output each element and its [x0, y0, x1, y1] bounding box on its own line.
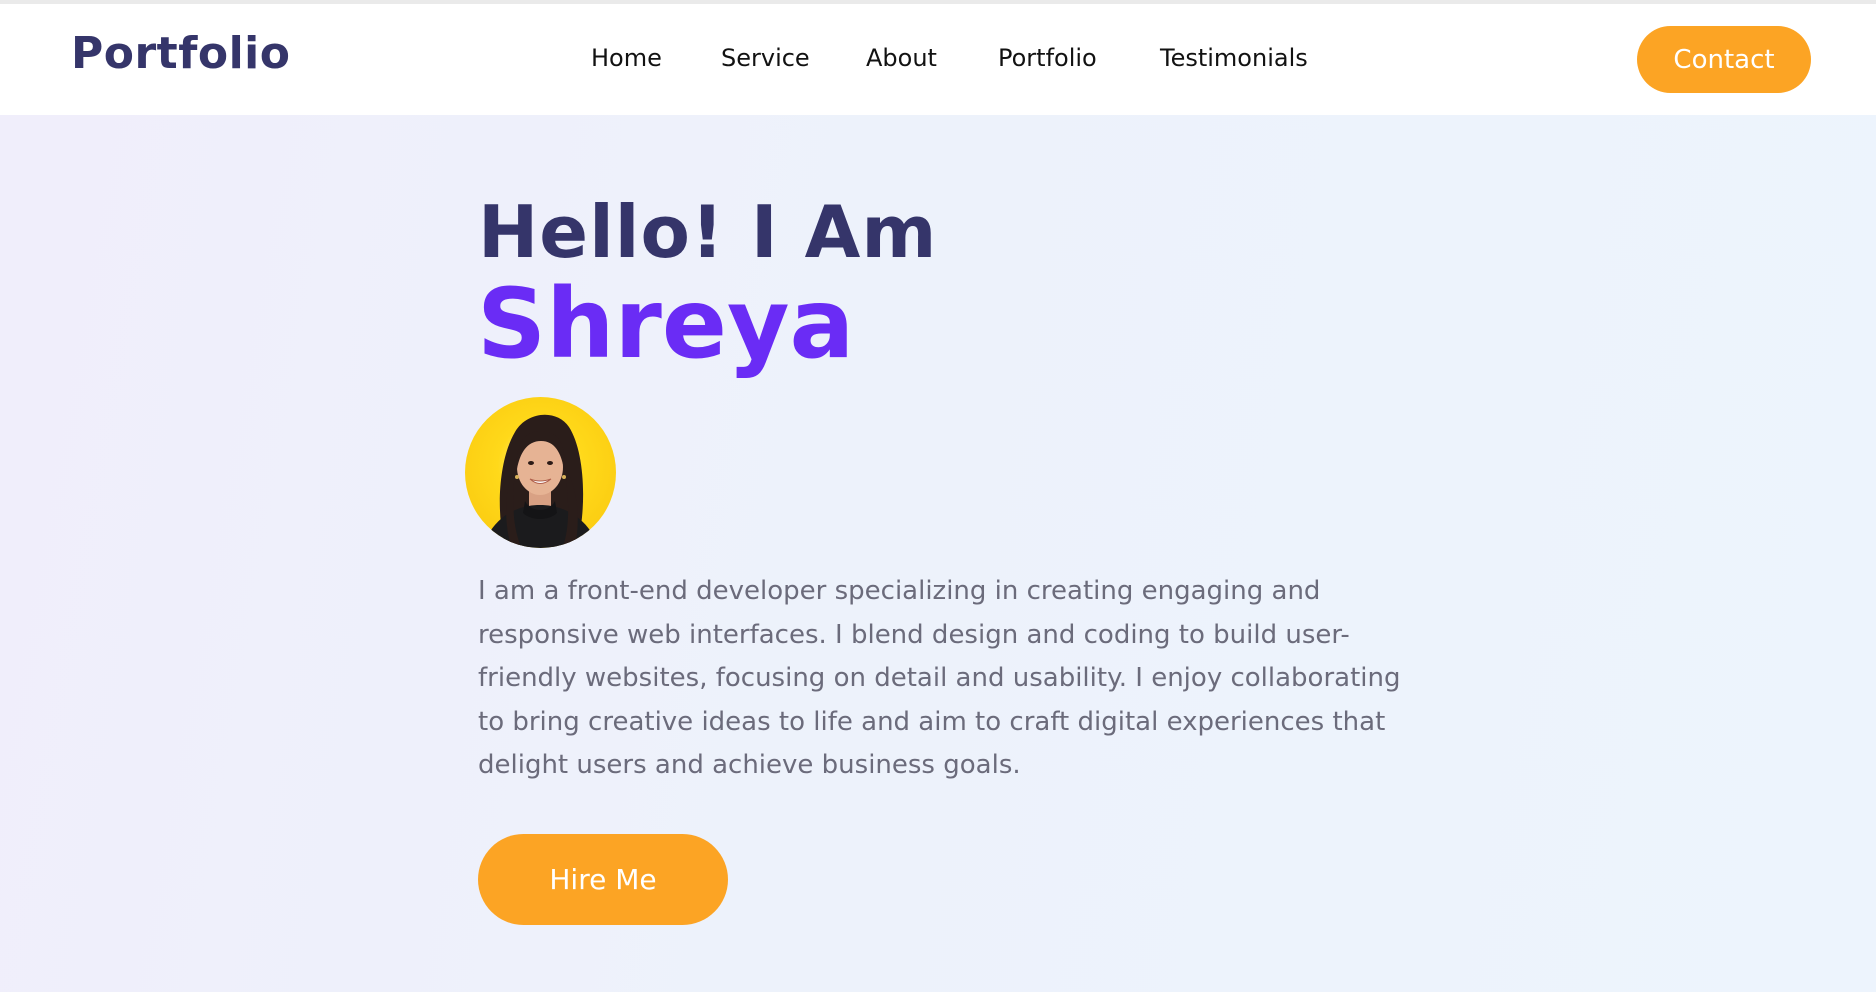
nav-home-link[interactable]: Home: [591, 44, 662, 72]
nav-testimonials-link[interactable]: Testimonials: [1160, 44, 1308, 72]
hero-greeting: Hello! I Am: [478, 190, 938, 274]
nav-service-link[interactable]: Service: [721, 44, 810, 72]
profile-avatar: [465, 397, 616, 548]
navbar: Portfolio Home Service About Portfolio T…: [0, 4, 1876, 115]
hero-bio: I am a front-end developer specializing …: [478, 576, 1401, 780]
profile-photo-icon: [483, 414, 599, 548]
contact-button[interactable]: Contact: [1637, 26, 1811, 93]
nav-about-link[interactable]: About: [866, 44, 937, 72]
nav-portfolio-link[interactable]: Portfolio: [998, 44, 1097, 72]
hire-me-button[interactable]: Hire Me: [478, 834, 728, 925]
main-nav: Home Service About Portfolio Testimonial…: [0, 44, 1876, 84]
hero-name: Shreya: [477, 268, 855, 380]
bottom-border: [0, 992, 1876, 997]
hero-section: [0, 115, 1876, 992]
